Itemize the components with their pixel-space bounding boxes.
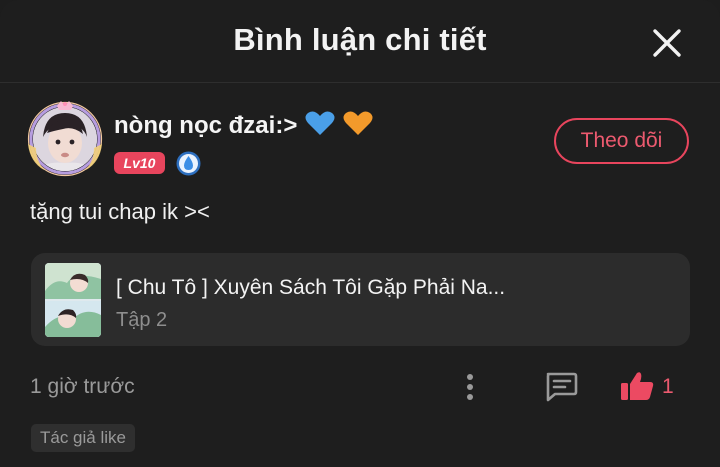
comment-text: tặng tui chap ik >< [30, 199, 210, 224]
header: Bình luận chi tiết [0, 0, 720, 83]
reply-icon[interactable] [543, 370, 579, 402]
page-title: Bình luận chi tiết [233, 22, 487, 57]
username-text: nòng nọc đzai:> [114, 112, 298, 139]
story-episode: Tập 2 [116, 309, 168, 331]
water-drop-badge-icon [176, 151, 201, 176]
level-badge: Lv10 [114, 152, 165, 174]
avatar[interactable] [26, 100, 104, 178]
blue-heart-icon [305, 111, 335, 135]
comment-detail-sheet: Bình luận chi tiết nòng nọc đzai:> Lv10 … [0, 0, 720, 467]
story-thumbnail [45, 263, 101, 337]
more-options-icon[interactable] [458, 372, 482, 402]
close-icon[interactable] [650, 26, 684, 60]
like-icon[interactable] [619, 370, 655, 402]
comment-time: 1 giờ trước [30, 375, 135, 398]
follow-button[interactable]: Theo dõi [554, 118, 689, 164]
story-card[interactable]: [ Chu Tô ] Xuyên Sách Tôi Gặp Phải Na...… [31, 253, 690, 346]
author-like-badge: Tác giả like [31, 424, 135, 452]
like-count: 1 [662, 375, 674, 398]
orange-heart-icon [343, 111, 373, 135]
username[interactable]: nòng nọc đzai:> [114, 110, 373, 140]
story-title: [ Chu Tô ] Xuyên Sách Tôi Gặp Phải Na... [116, 276, 506, 299]
avatar-frame-icon [27, 101, 103, 177]
